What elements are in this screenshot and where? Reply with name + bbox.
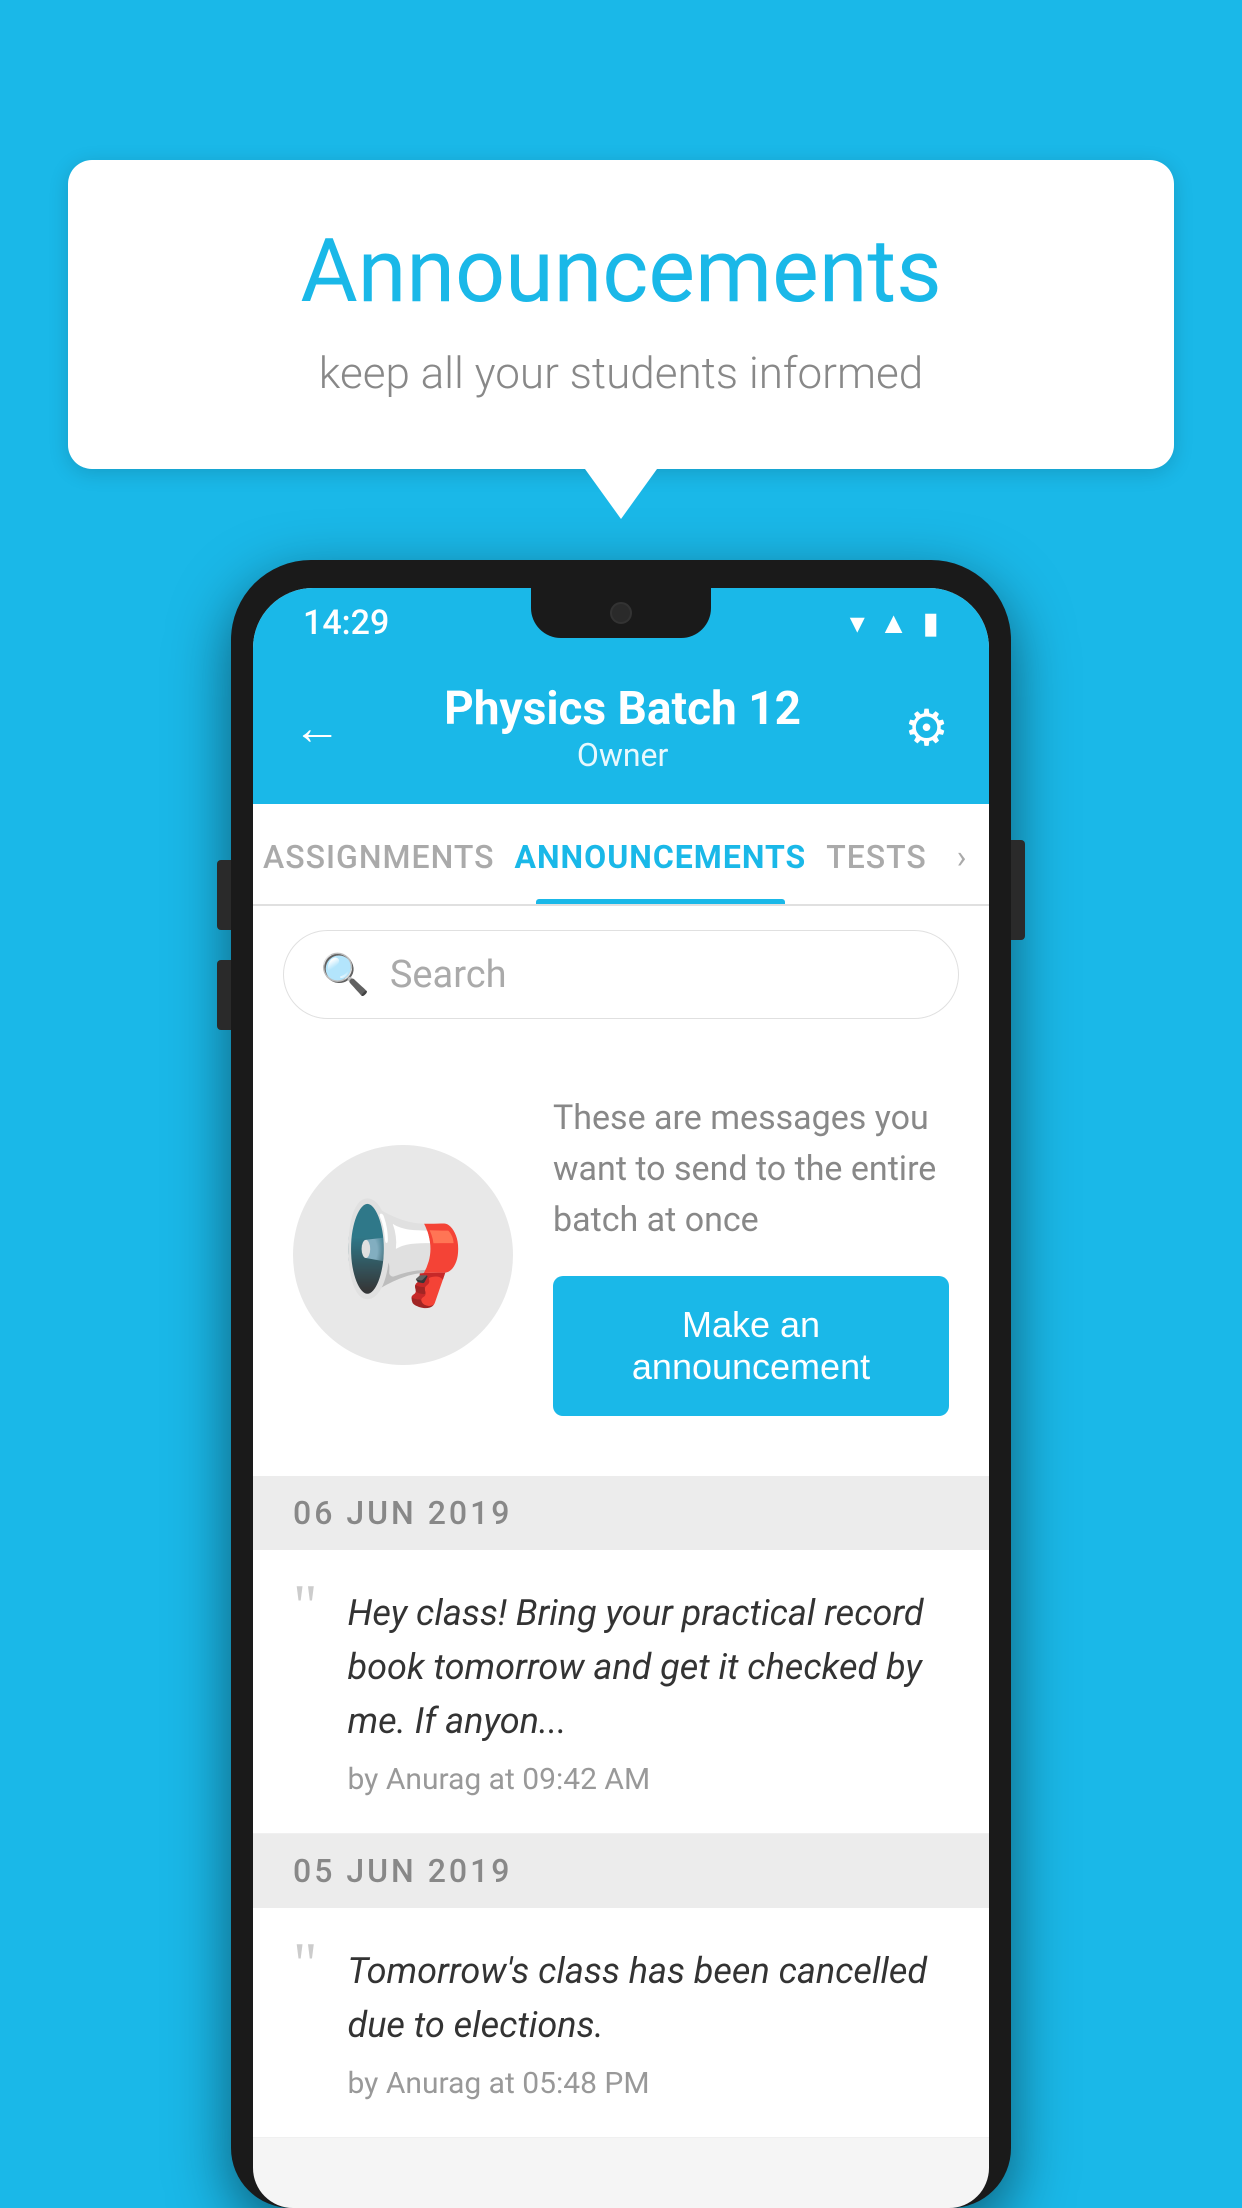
- settings-icon[interactable]: ⚙: [904, 699, 949, 758]
- header-center: Physics Batch 12 Owner: [444, 682, 801, 774]
- announcement-item-2[interactable]: " Tomorrow's class has been cancelled du…: [253, 1908, 989, 2138]
- search-icon: 🔍: [320, 951, 370, 998]
- phone-outer: 14:29 ▾ ▲ ▮ ← Physics Batch 12 Owner ⚙: [231, 560, 1011, 2208]
- app-header: ← Physics Batch 12 Owner ⚙: [253, 658, 989, 804]
- announcement-item-1[interactable]: " Hey class! Bring your practical record…: [253, 1550, 989, 1834]
- back-button[interactable]: ←: [293, 704, 341, 752]
- announcement-content-1: Hey class! Bring your practical record b…: [348, 1586, 950, 1797]
- search-input[interactable]: Search: [390, 953, 507, 997]
- tab-bar: ASSIGNMENTS ANNOUNCEMENTS TESTS ›: [253, 804, 989, 906]
- promo-description: These are messages you want to send to t…: [553, 1093, 949, 1246]
- announcement-meta-1: by Anurag at 09:42 AM: [348, 1762, 950, 1797]
- vol-down-button: [217, 960, 231, 1030]
- announcement-promo: 📢 These are messages you want to send to…: [253, 1043, 989, 1476]
- phone-screen: 14:29 ▾ ▲ ▮ ← Physics Batch 12 Owner ⚙: [253, 588, 989, 2208]
- battery-icon: ▮: [922, 606, 939, 641]
- bubble-title: Announcements: [148, 220, 1094, 323]
- tab-assignments[interactable]: ASSIGNMENTS: [253, 804, 504, 904]
- header-subtitle: Owner: [444, 736, 801, 774]
- megaphone-icon: 📢: [341, 1196, 466, 1313]
- quote-icon-2: ": [293, 1934, 318, 1994]
- phone-notch: [531, 588, 711, 638]
- signal-icon: ▲: [879, 606, 909, 641]
- phone-wrapper: 14:29 ▾ ▲ ▮ ← Physics Batch 12 Owner ⚙: [231, 560, 1011, 2208]
- status-icons: ▾ ▲ ▮: [850, 606, 939, 641]
- vol-up-button: [217, 860, 231, 930]
- tab-tests[interactable]: TESTS: [816, 804, 937, 904]
- announcement-message-1: Hey class! Bring your practical record b…: [348, 1586, 950, 1748]
- camera-dot: [610, 602, 632, 624]
- search-bar[interactable]: 🔍 Search: [283, 930, 959, 1019]
- header-title: Physics Batch 12: [444, 682, 801, 736]
- power-button: [1011, 840, 1025, 940]
- date-separator-1: 06 JUN 2019: [253, 1476, 989, 1550]
- announcement-meta-2: by Anurag at 05:48 PM: [348, 2066, 950, 2101]
- tab-more[interactable]: ›: [937, 804, 989, 904]
- wifi-icon: ▾: [850, 606, 865, 641]
- speech-bubble-tail: [585, 469, 657, 519]
- date-separator-2: 05 JUN 2019: [253, 1834, 989, 1908]
- announcement-message-2: Tomorrow's class has been cancelled due …: [348, 1944, 950, 2052]
- volume-buttons: [217, 860, 231, 1030]
- bubble-subtitle: keep all your students informed: [148, 347, 1094, 399]
- speech-bubble-section: Announcements keep all your students inf…: [68, 160, 1174, 519]
- tab-announcements[interactable]: ANNOUNCEMENTS: [504, 804, 816, 904]
- make-announcement-button[interactable]: Make an announcement: [553, 1276, 949, 1416]
- date-label-2: 05 JUN 2019: [293, 1852, 512, 1890]
- status-time: 14:29: [303, 603, 389, 643]
- speech-bubble-card: Announcements keep all your students inf…: [68, 160, 1174, 469]
- date-label-1: 06 JUN 2019: [293, 1494, 512, 1532]
- search-container: 🔍 Search: [253, 906, 989, 1043]
- announcement-content-2: Tomorrow's class has been cancelled due …: [348, 1944, 950, 2101]
- megaphone-circle: 📢: [293, 1145, 513, 1365]
- quote-icon-1: ": [293, 1576, 318, 1636]
- promo-right: These are messages you want to send to t…: [553, 1093, 949, 1416]
